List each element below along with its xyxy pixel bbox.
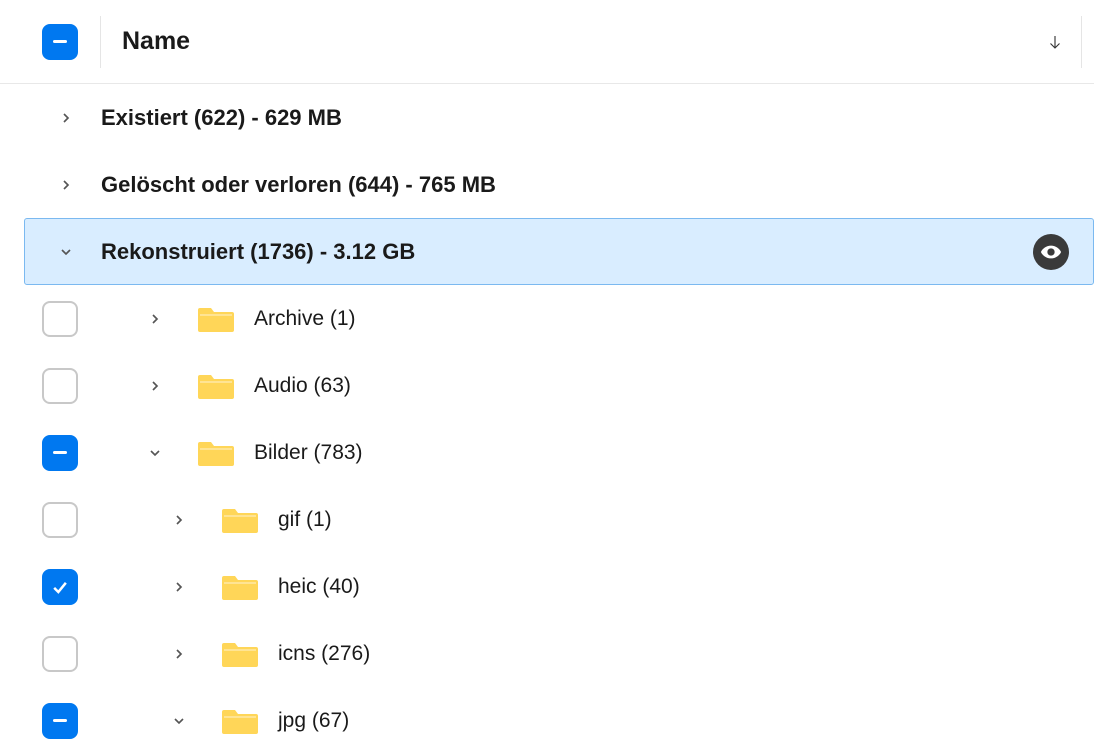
chevron-down-icon[interactable]: [144, 442, 166, 464]
chevron-down-icon[interactable]: [168, 710, 190, 732]
folder-label: heic (40): [278, 575, 360, 599]
column-header-name[interactable]: Name: [122, 27, 1044, 56]
chevron-right-icon[interactable]: [55, 174, 77, 196]
chevron-right-icon[interactable]: [55, 107, 77, 129]
chevron-right-icon[interactable]: [168, 576, 190, 598]
folder-row-archive[interactable]: Archive (1): [0, 285, 1094, 352]
folder-row-audio[interactable]: Audio (63): [0, 352, 1094, 419]
table-header: Name: [0, 0, 1094, 84]
folder-label: gif (1): [278, 508, 332, 532]
checkbox[interactable]: [42, 703, 78, 739]
chevron-right-icon[interactable]: [168, 509, 190, 531]
folder-row-bilder[interactable]: Bilder (783): [0, 419, 1094, 486]
folder-icon: [222, 639, 258, 669]
folder-label: Bilder (783): [254, 441, 363, 465]
group-row-existiert[interactable]: Existiert (622) - 629 MB: [0, 84, 1094, 151]
folder-row-gif[interactable]: gif (1): [0, 486, 1094, 553]
group-row-geloescht[interactable]: Gelöscht oder verloren (644) - 765 MB: [0, 151, 1094, 218]
chevron-down-icon[interactable]: [55, 241, 77, 263]
chevron-right-icon[interactable]: [144, 308, 166, 330]
group-label: Rekonstruiert (1736) - 3.12 GB: [101, 239, 1033, 265]
folder-row-icns[interactable]: icns (276): [0, 620, 1094, 687]
folder-label: icns (276): [278, 642, 370, 666]
checkbox[interactable]: [42, 569, 78, 605]
folder-icon: [222, 706, 258, 736]
folder-icon: [198, 371, 234, 401]
folder-row-heic[interactable]: heic (40): [0, 553, 1094, 620]
folder-icon: [198, 438, 234, 468]
folder-icon: [222, 572, 258, 602]
checkbox[interactable]: [42, 636, 78, 672]
group-row-rekonstruiert[interactable]: Rekonstruiert (1736) - 3.12 GB: [24, 218, 1094, 285]
chevron-right-icon[interactable]: [168, 643, 190, 665]
sort-arrow-icon[interactable]: [1044, 31, 1066, 53]
checkbox[interactable]: [42, 502, 78, 538]
group-label: Existiert (622) - 629 MB: [101, 105, 1094, 131]
group-label: Gelöscht oder verloren (644) - 765 MB: [101, 172, 1094, 198]
folder-label: Archive (1): [254, 307, 356, 331]
preview-icon[interactable]: [1033, 234, 1069, 270]
divider: [100, 16, 101, 68]
checkbox[interactable]: [42, 435, 78, 471]
folder-icon: [198, 304, 234, 334]
select-all-checkbox[interactable]: [42, 24, 78, 60]
folder-icon: [222, 505, 258, 535]
folder-label: Audio (63): [254, 374, 351, 398]
divider: [1081, 16, 1082, 68]
folder-row-jpg[interactable]: jpg (67): [0, 687, 1094, 754]
checkbox[interactable]: [42, 301, 78, 337]
checkbox[interactable]: [42, 368, 78, 404]
chevron-right-icon[interactable]: [144, 375, 166, 397]
